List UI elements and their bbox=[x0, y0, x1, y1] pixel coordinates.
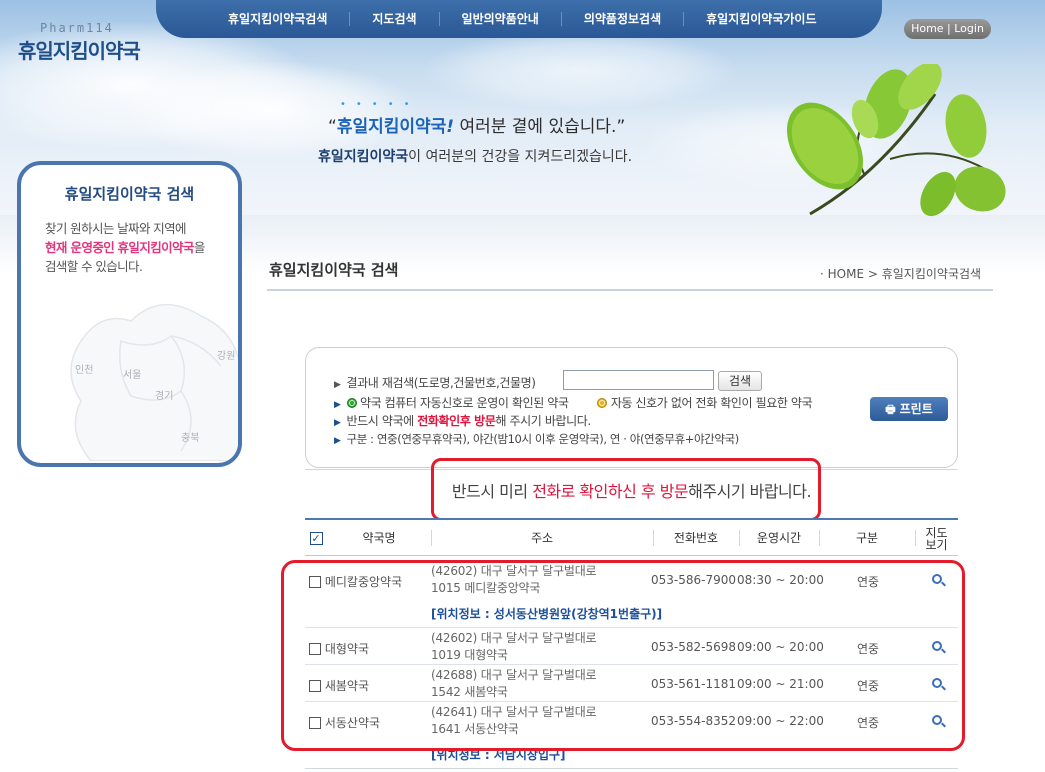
side-desc-line-2: 현재 운영중인 휴일지킴이약국을 bbox=[45, 238, 235, 257]
header-phone: 전화번호 bbox=[673, 531, 719, 545]
home-login-button[interactable]: Home | Login bbox=[904, 19, 991, 39]
top-navigation: 휴일지킴이약국검색 지도검색 일반의약품안내 의약품정보검색 휴일지킴이약국가이… bbox=[156, 0, 882, 38]
map-label-chungbuk: 충북 bbox=[181, 432, 199, 444]
table-header: ✓ 약국명 주소 전화번호 운영시간 구분 지도 보기 bbox=[305, 520, 958, 556]
visit-notice-row: ▶ 반드시 약국에 전화확인후 방문해 주시기 바랍니다. bbox=[334, 412, 591, 429]
side-desc-line-3: 검색할 수 있습니다. bbox=[45, 259, 143, 274]
research-row: ▶ 결과내 재검색(도로명,건물번호,건물명) bbox=[334, 374, 536, 391]
filter-panel: ▶ 결과내 재검색(도로명,건물번호,건물명) 검색 ▶ 약국 컴퓨터 자동신호로… bbox=[305, 347, 958, 468]
leaves-illustration bbox=[786, 64, 1006, 217]
type-legend-row: ▶ 구분 : 연중(연중무휴약국), 야간(밤10시 이후 운영약국), 연 · … bbox=[334, 431, 739, 447]
visit-post: 해 주시기 바랍니다. bbox=[495, 414, 591, 428]
map-label-seoul: 서울 bbox=[123, 369, 141, 381]
type-legend-text: 구분 : 연중(연중무휴약국), 야간(밤10시 이후 운영약국), 연 · 야… bbox=[346, 432, 740, 446]
slogan-brand: 휴일지킴이약국 bbox=[336, 117, 447, 137]
logo-subtitle: Pharm114 bbox=[40, 21, 114, 35]
side-title: 휴일지킴이약국 검색 bbox=[64, 185, 195, 203]
slogan-line-2: 휴일지킴이약국이 여러분의 건강을 지켜드리겠습니다. bbox=[318, 146, 632, 166]
results-highlight-outline bbox=[281, 560, 965, 751]
research-label: 결과내 재검색(도로명,건물번호,건물명) bbox=[346, 376, 536, 390]
bullet-triangle-icon: ▶ bbox=[334, 380, 341, 390]
legend-row: ▶ 약국 컴퓨터 자동신호로 운영이 확인된 약국 자동 신호가 없어 전화 확… bbox=[334, 394, 813, 411]
map-label-gyeonggi: 경기 bbox=[155, 389, 173, 402]
visit-pre: 반드시 약국에 bbox=[346, 414, 418, 428]
header-map: 지도 보기 bbox=[915, 520, 958, 556]
header-address: 주소 bbox=[530, 531, 554, 545]
nav-item-map-search[interactable]: 지도검색 bbox=[350, 12, 440, 26]
bullet-triangle-icon: ▶ bbox=[334, 400, 341, 410]
region-map: 인천 서울 강원 경기 충북 bbox=[70, 304, 238, 461]
side-description: 찾기 원하시는 날짜와 지역에 현재 운영중인 휴일지킴이약국을 검색할 수 있… bbox=[45, 219, 235, 276]
yellow-signal-icon bbox=[597, 398, 608, 408]
map-label-incheon: 인천 bbox=[75, 364, 93, 376]
nav-item-drug-info[interactable]: 의약품정보검색 bbox=[562, 12, 685, 26]
page-title: 휴일지킴이약국 검색 bbox=[269, 261, 399, 279]
slogan-text-2: 이 여러분의 건강을 지켜드리겠습니다. bbox=[408, 149, 633, 165]
side-desc-rest: 을 bbox=[193, 240, 206, 255]
printer-icon: 🖶 bbox=[885, 403, 896, 416]
header-map-2: 보기 bbox=[925, 538, 948, 552]
header-type: 구분 bbox=[855, 531, 879, 545]
slogan-brand-2: 휴일지킴이약국 bbox=[318, 149, 409, 165]
header-hours: 운영시간 bbox=[756, 531, 802, 545]
side-desc-highlight-2: 휴일지킴이약국 bbox=[117, 240, 195, 255]
slogan-line-1: “휴일지킴이약국! 여러분 곁에 있습니다.” bbox=[328, 112, 625, 137]
header-name: 약국명 bbox=[362, 531, 396, 545]
visit-red: 전화확인후 방문 bbox=[417, 414, 496, 428]
bullet-triangle-icon: ▶ bbox=[334, 418, 341, 428]
nav-item-pharmacy-search[interactable]: 휴일지킴이약국검색 bbox=[206, 12, 351, 26]
bullet-triangle-icon: ▶ bbox=[334, 436, 341, 446]
notice-highlight-outline bbox=[431, 458, 821, 521]
decorative-dots: ••••• bbox=[340, 99, 420, 110]
close-quote: ” bbox=[616, 117, 626, 137]
side-desc-highlight-1: 현재 운영중인 bbox=[45, 240, 115, 255]
legend-yellow-text: 자동 신호가 없어 전화 확인이 필요한 약국 bbox=[610, 396, 813, 410]
nav-item-pharmacy-guide[interactable]: 휴일지킴이약국가이드 bbox=[684, 12, 838, 26]
print-button[interactable]: 🖶 프린트 bbox=[870, 397, 948, 421]
logo[interactable]: 휴일지킴이약국 bbox=[18, 35, 141, 64]
select-all-cell: ✓ bbox=[305, 520, 327, 556]
green-signal-icon bbox=[346, 398, 357, 408]
side-desc-line-1: 찾기 원하시는 날짜와 지역에 bbox=[45, 221, 187, 236]
side-search-box: 휴일지킴이약국 검색 찾기 원하시는 날짜와 지역에 현재 운영중인 휴일지킴이… bbox=[17, 161, 242, 467]
map-label-gangwon: 강원 bbox=[217, 350, 235, 362]
open-quote: “ bbox=[328, 117, 337, 137]
slogan-mark: ! bbox=[446, 117, 455, 137]
table-bottom-border bbox=[305, 768, 958, 769]
legend-green-text: 약국 컴퓨터 자동신호로 운영이 확인된 약국 bbox=[359, 396, 569, 410]
research-input[interactable] bbox=[563, 370, 714, 390]
slogan-text: 여러분 곁에 있습니다. bbox=[454, 117, 617, 137]
select-all-checkbox[interactable]: ✓ bbox=[309, 532, 323, 545]
research-search-button[interactable]: 검색 bbox=[718, 371, 762, 391]
print-label: 프린트 bbox=[899, 402, 933, 416]
breadcrumb[interactable]: · HOME > 휴일지킴이약국검색 bbox=[820, 265, 981, 282]
title-divider bbox=[267, 289, 993, 291]
nav-item-otc-guide[interactable]: 일반의약품안내 bbox=[440, 12, 562, 26]
